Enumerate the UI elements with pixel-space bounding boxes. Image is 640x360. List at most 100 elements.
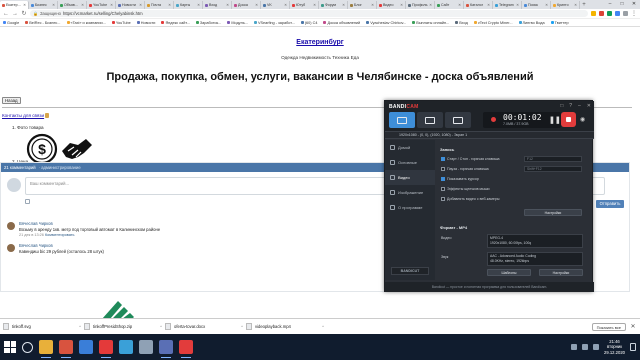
tab-close-icon[interactable]: ✕ (168, 3, 171, 7)
browser-tab[interactable]: Вход ✕ (203, 1, 232, 9)
comment-author[interactable]: Вячеслав Чирков (19, 243, 53, 248)
browser-tab[interactable]: Блог ✕ (348, 1, 377, 9)
browser-tab[interactable]: Екатеринбург✕ (0, 1, 29, 9)
reply-link[interactable]: Комментировать (45, 233, 75, 237)
browser-tab[interactable]: Профиль ✕ (406, 1, 435, 9)
bandicam-nav-item[interactable]: Видео (385, 170, 435, 185)
browser-tab[interactable]: Бизнес ✕ (29, 1, 58, 9)
bookmark-item[interactable]: Google (3, 21, 19, 25)
close-icon[interactable]: ✕ (587, 103, 591, 109)
checkbox[interactable] (441, 157, 445, 161)
camera-snapshot-icon[interactable]: ◉ (580, 116, 585, 123)
avatar[interactable] (7, 244, 15, 252)
extension-icon[interactable] (615, 11, 620, 16)
chevron-up-icon[interactable]: ^ (241, 324, 243, 329)
chevron-up-icon[interactable]: ^ (79, 324, 81, 329)
browser-tab[interactable]: Доска ✕ (232, 1, 261, 9)
bandicut-button[interactable]: BANDICUT (391, 267, 429, 275)
taskbar-app-icon[interactable] (159, 340, 173, 358)
url-text[interactable]: https://vcmarket.ru/selling/Chelyabinsk.… (63, 11, 143, 16)
checkbox[interactable] (441, 177, 445, 181)
tab-close-icon[interactable]: ✕ (371, 3, 374, 7)
extension-icon[interactable] (599, 11, 604, 16)
browser-tab[interactable]: VK ✕ (261, 1, 290, 9)
bookmark-item[interactable]: VSearfing - заработ... (253, 21, 295, 25)
tab-close-icon[interactable]: ✕ (487, 3, 490, 7)
maximize-button[interactable]: □ (616, 0, 628, 9)
taskbar-app-icon[interactable] (79, 340, 93, 354)
tab-close-icon[interactable]: ✕ (81, 3, 84, 7)
browser-tab[interactable]: Поиск ✕ (522, 1, 551, 9)
close-window-button[interactable]: ✕ (628, 0, 640, 9)
browser-tab[interactable]: Сайт ✕ (435, 1, 464, 9)
device-mode-button[interactable] (445, 112, 471, 128)
bookmark-item[interactable]: Заработок... (195, 21, 221, 25)
taskbar-app-icon[interactable] (99, 340, 113, 358)
windows-start-icon[interactable] (4, 341, 16, 353)
screen-mode-button[interactable] (389, 112, 415, 128)
taskbar-app-icon[interactable] (179, 340, 193, 358)
tab-close-icon[interactable]: ✕ (429, 3, 432, 7)
tab-close-icon[interactable]: ✕ (23, 3, 26, 7)
tab-close-icon[interactable]: ✕ (52, 3, 55, 7)
taskbar-app-icon[interactable] (59, 340, 73, 358)
hotkey-field[interactable]: F12 (524, 156, 582, 162)
download-item[interactable]: videoplayback.mp4 ^ (246, 323, 324, 330)
back-arrow-icon[interactable]: ← (3, 11, 9, 17)
bandicam-footer[interactable]: Bandicut — простое и понятная программа … (385, 282, 594, 292)
comments-admin-link[interactable]: · администрирование (39, 165, 81, 170)
tab-close-icon[interactable]: ✕ (255, 3, 258, 7)
bookmark-item[interactable]: Выплаты онлайн... (412, 21, 449, 25)
bandicam-nav-item[interactable]: Изображение (385, 185, 435, 200)
tab-close-icon[interactable]: ✕ (110, 3, 113, 7)
bookmark-item[interactable]: Модуль... (227, 21, 248, 25)
avatar[interactable] (7, 222, 15, 230)
option-checkbox[interactable]: Пауза - горячая клавиша (441, 167, 489, 171)
tab-close-icon[interactable]: ✕ (284, 3, 287, 7)
tab-close-icon[interactable]: ✕ (516, 3, 519, 7)
tab-close-icon[interactable]: ✕ (574, 3, 577, 7)
taskbar-app-icon[interactable] (139, 340, 153, 354)
bookmark-item[interactable]: Новости (136, 21, 155, 25)
volume-icon[interactable] (593, 344, 600, 350)
browser-tab[interactable]: Форум ✕ (319, 1, 348, 9)
browser-tab[interactable]: Каталог ✕ (464, 1, 493, 9)
menu-icon[interactable]: ⋮ (631, 10, 637, 17)
browser-tab[interactable]: Видео ✕ (377, 1, 406, 9)
notifications-icon[interactable] (630, 343, 636, 351)
comments-count[interactable]: 21 комментарий (4, 165, 36, 170)
option-checkbox[interactable]: Старт / Стоп - горячая клавиша (441, 157, 500, 161)
browser-tab[interactable]: Telegram ✕ (493, 1, 522, 9)
bookmark-item[interactable]: BelRec - Бизнес... (25, 21, 61, 25)
show-all-downloads-button[interactable]: Показать все (591, 322, 626, 331)
chevron-up-icon[interactable] (571, 344, 578, 350)
pause-icon[interactable]: ❚❚ (549, 116, 561, 124)
format-settings-button[interactable]: Настройки (539, 269, 583, 276)
extension-icon[interactable] (591, 11, 596, 16)
minimize-icon[interactable]: – (578, 103, 581, 109)
taskbar-app-icon[interactable] (119, 340, 133, 354)
tab-close-icon[interactable]: ✕ (197, 3, 200, 7)
templates-button[interactable]: Шаблоны (487, 269, 531, 276)
extension-icon[interactable] (623, 11, 628, 16)
back-button[interactable]: Назад (2, 97, 21, 104)
taskbar-app-icon[interactable] (39, 340, 53, 358)
download-item[interactable]: tinkoff.svg ^ (3, 323, 81, 330)
tab-close-icon[interactable]: ✕ (313, 3, 316, 7)
browser-tab[interactable]: Карты ✕ (174, 1, 203, 9)
attach-icon[interactable] (25, 199, 30, 204)
checkbox[interactable] (441, 197, 445, 201)
bandicam-nav-item[interactable]: О программе (385, 200, 435, 215)
bookmark-item[interactable]: Вход (455, 21, 468, 25)
comment-author[interactable]: Вячеслав Чирков (19, 221, 53, 226)
browser-tab[interactable]: Новости ✕ (116, 1, 145, 9)
forward-arrow-icon[interactable]: → (12, 11, 18, 17)
bookmark-item[interactable]: (60) C4 (300, 21, 317, 25)
option-checkbox[interactable]: Добавлять видео с веб-камеры (441, 197, 499, 201)
bandicam-nav-item[interactable]: Домой (385, 140, 435, 155)
tab-close-icon[interactable]: ✕ (342, 3, 345, 7)
extension-icon[interactable] (607, 11, 612, 16)
checkbox[interactable] (441, 187, 445, 191)
contacts-link-label[interactable]: Контакты для связи (2, 113, 44, 118)
option-checkbox[interactable]: Показывать курсор (441, 177, 479, 181)
